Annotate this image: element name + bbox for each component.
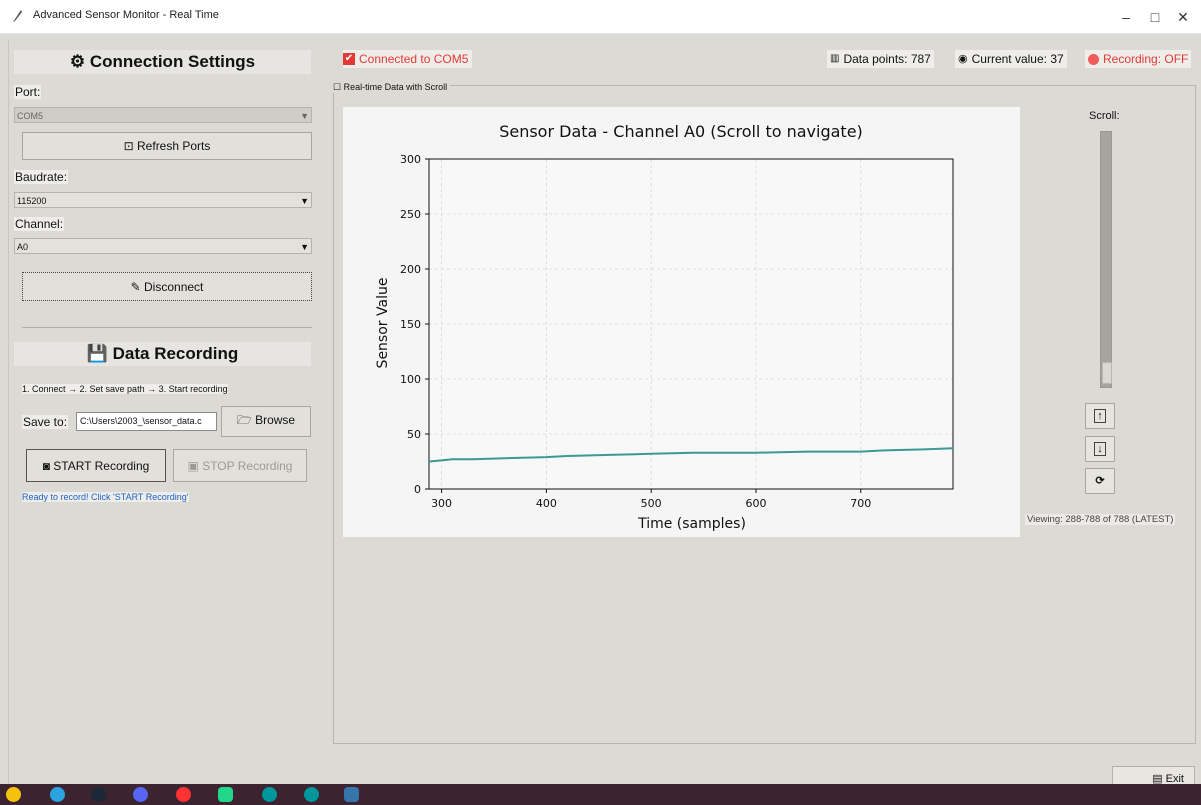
data-points-status: ▥ Data points: 787 (827, 50, 934, 68)
chart-xlabel: Time (samples) (637, 516, 746, 532)
title-bar: Advanced Sensor Monitor - Real Time – □ … (0, 0, 1201, 34)
gauge-icon: ◉ (958, 53, 968, 65)
scroll-down-button[interactable]: ↓ (1085, 436, 1115, 462)
x-tick-label: 400 (536, 497, 557, 510)
sensor-chart: Sensor Data - Channel A0 (Scroll to navi… (375, 122, 954, 532)
chart-title: Sensor Data - Channel A0 (Scroll to navi… (499, 122, 863, 141)
y-tick-label: 300 (400, 153, 421, 166)
baudrate-value: 115200 (17, 196, 47, 206)
x-tick-label: 700 (850, 497, 871, 510)
check-icon: ✔ (343, 53, 355, 65)
record-dot-icon (1088, 53, 1099, 65)
chart-canvas: Sensor Data - Channel A0 (Scroll to navi… (343, 107, 1020, 537)
scroll-thumb[interactable] (1102, 362, 1112, 384)
telegram-icon[interactable] (50, 787, 65, 802)
scroll-label: Scroll: (1089, 110, 1120, 122)
bar-chart-icon: ▥ (830, 53, 840, 64)
arduino-icon[interactable] (304, 787, 319, 802)
channel-select[interactable]: A0 ▼ (14, 238, 312, 254)
steam-icon[interactable] (91, 787, 106, 802)
close-button[interactable]: ✕ (1168, 6, 1198, 28)
refresh-icon: ⟳ (1095, 475, 1105, 487)
baudrate-label: Baudrate: (14, 170, 69, 184)
checkbox-icon: ☐ (333, 82, 344, 92)
port-select[interactable]: COM5 ▼ (14, 107, 312, 123)
recording-steps: 1. Connect → 2. Set save path → 3. Start… (22, 384, 228, 394)
connection-status: ✔ Connected to COM5 (343, 50, 473, 68)
baudrate-select[interactable]: 115200 ▼ (14, 192, 312, 208)
taskbar (0, 784, 1201, 805)
refresh-ports-button[interactable]: ⊡ Refresh Ports (22, 132, 312, 160)
chevron-down-icon: ▼ (300, 111, 309, 121)
realtime-label-text: Real-time Data with Scroll (343, 82, 448, 92)
maximize-button[interactable]: □ (1140, 6, 1170, 28)
discord-icon[interactable] (133, 787, 148, 802)
stop-recording-button[interactable]: ▣ STOP Recording (173, 449, 307, 482)
save-path-input[interactable]: C:\Users\2003_\sensor_data.c (76, 412, 217, 431)
channel-label: Channel: (14, 217, 65, 231)
channel-value: A0 (17, 242, 29, 252)
viewing-range-text: Viewing: 288-788 of 788 (LATEST) (1025, 514, 1176, 525)
x-tick-label: 500 (641, 497, 662, 510)
vertical-scrollbar[interactable] (1100, 131, 1112, 388)
connection-status-text: Connected to COM5 (359, 52, 469, 66)
recording-status: Recording: OFF (1085, 50, 1192, 68)
arrow-down-icon: ↓ (1094, 442, 1106, 456)
data-points-text: Data points: 787 (843, 52, 931, 66)
x-tick-label: 600 (745, 497, 766, 510)
disconnect-button[interactable]: ✎ Disconnect (22, 272, 312, 301)
python-icon[interactable] (344, 787, 359, 802)
browse-button[interactable]: 🗁 Browse (221, 406, 311, 437)
y-tick-label: 250 (400, 208, 421, 221)
current-value-text: Current value: 37 (971, 52, 1064, 66)
y-tick-label: 50 (407, 428, 421, 441)
data-recording-heading: 💾 Data Recording (14, 342, 311, 366)
port-value: COM5 (17, 111, 44, 121)
x-tick-label: 300 (431, 497, 452, 510)
chevron-down-icon: ▼ (300, 242, 309, 252)
divider (22, 327, 312, 328)
chart-ylabel: Sensor Value (375, 278, 391, 369)
yandex-icon[interactable] (176, 787, 191, 802)
start-recording-button[interactable]: ◙ START Recording (26, 449, 166, 482)
y-tick-label: 0 (414, 483, 421, 496)
port-label: Port: (14, 85, 42, 99)
scroll-up-button[interactable]: ↑ (1085, 403, 1115, 429)
minimize-button[interactable]: – (1111, 6, 1141, 28)
y-tick-label: 200 (400, 263, 421, 276)
sun-icon[interactable] (6, 787, 21, 802)
pycharm-icon[interactable] (218, 787, 233, 802)
y-tick-label: 100 (400, 373, 421, 386)
realtime-label: ☐ Real-time Data with Scroll (333, 82, 451, 93)
save-to-label: Save to: (22, 415, 69, 429)
arduino-icon[interactable] (262, 787, 277, 802)
chevron-down-icon: ▼ (300, 196, 309, 206)
feather-icon (13, 10, 22, 22)
y-tick-label: 150 (400, 318, 421, 331)
ready-status-text: Ready to record! Click 'START Recording' (22, 492, 189, 502)
latest-button[interactable]: ⟳ (1085, 468, 1115, 494)
window-title: Advanced Sensor Monitor - Real Time (33, 9, 219, 21)
recording-status-text: Recording: OFF (1103, 52, 1189, 66)
connection-settings-heading: ⚙ Connection Settings (14, 50, 311, 74)
current-value-status: ◉ Current value: 37 (955, 50, 1067, 68)
arrow-up-icon: ↑ (1094, 409, 1106, 423)
